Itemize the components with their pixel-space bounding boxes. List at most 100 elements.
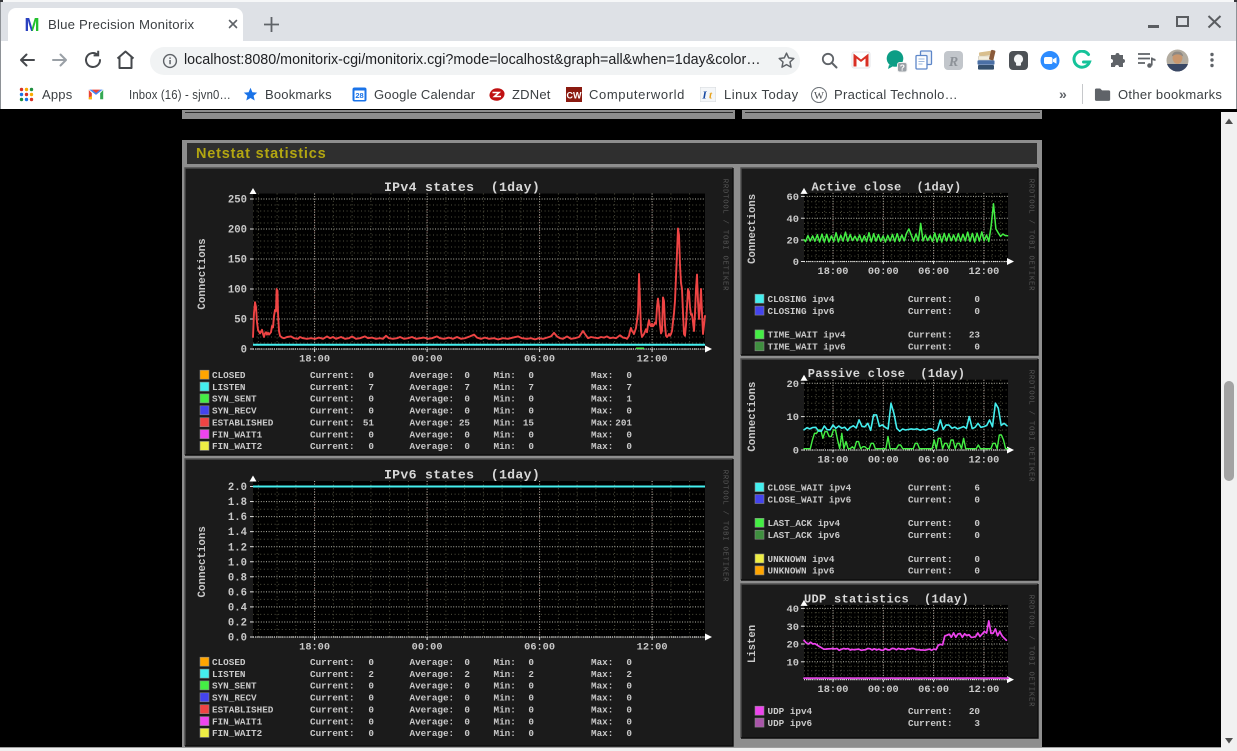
svg-text:00:00: 00:00 bbox=[868, 455, 899, 467]
svg-text:0.4: 0.4 bbox=[228, 603, 248, 615]
svg-text:Current:: Current: bbox=[908, 494, 953, 505]
svg-text:51: 51 bbox=[363, 418, 375, 429]
svg-text:2: 2 bbox=[464, 669, 470, 680]
svg-text:UDP ipv4: UDP ipv4 bbox=[768, 706, 813, 717]
svg-text:Current:: Current: bbox=[310, 705, 355, 716]
svg-text:0.6: 0.6 bbox=[228, 588, 247, 600]
svg-text:0: 0 bbox=[368, 406, 374, 417]
svg-text:UDP ipv6: UDP ipv6 bbox=[768, 718, 813, 729]
svg-text:0: 0 bbox=[464, 406, 470, 417]
svg-text:2.0: 2.0 bbox=[228, 482, 247, 494]
svg-text:0: 0 bbox=[368, 705, 374, 716]
svg-text:Min:: Min: bbox=[494, 657, 516, 668]
svg-text:0: 0 bbox=[368, 429, 374, 440]
svg-text:Min:: Min: bbox=[494, 370, 516, 381]
svg-text:Average:: Average: bbox=[410, 728, 455, 739]
svg-text:0: 0 bbox=[626, 370, 632, 381]
svg-text:Max:: Max: bbox=[591, 382, 613, 393]
svg-text:TIME_WAIT ipv6: TIME_WAIT ipv6 bbox=[768, 342, 847, 353]
svg-text:Current:: Current: bbox=[310, 657, 355, 668]
svg-text:RRDTOOL / TOBI OETIKER: RRDTOOL / TOBI OETIKER bbox=[1027, 595, 1035, 708]
svg-text:00:00: 00:00 bbox=[412, 642, 443, 654]
svg-text:Max:: Max: bbox=[591, 728, 613, 739]
svg-text:0: 0 bbox=[464, 728, 470, 739]
svg-text:Current:: Current: bbox=[908, 342, 953, 353]
svg-text:Min:: Min: bbox=[494, 681, 516, 692]
svg-text:Min:: Min: bbox=[494, 406, 516, 417]
svg-text:0.8: 0.8 bbox=[228, 572, 247, 584]
svg-text:0: 0 bbox=[528, 394, 534, 405]
svg-text:0: 0 bbox=[793, 446, 799, 458]
svg-text:0: 0 bbox=[368, 441, 374, 452]
svg-text:Min:: Min: bbox=[494, 441, 516, 452]
svg-text:Min:: Min: bbox=[494, 716, 516, 727]
svg-text:1.6: 1.6 bbox=[228, 512, 247, 524]
svg-text:Max:: Max: bbox=[591, 418, 613, 429]
svg-text:UNKNOWN ipv4: UNKNOWN ipv4 bbox=[768, 554, 835, 565]
svg-text:10: 10 bbox=[787, 657, 799, 669]
svg-text:0: 0 bbox=[368, 394, 374, 405]
svg-text:0: 0 bbox=[464, 370, 470, 381]
svg-text:0: 0 bbox=[368, 657, 374, 668]
svg-text:12:00: 12:00 bbox=[968, 266, 999, 278]
svg-text:RRDTOOL / TOBI OETIKER: RRDTOOL / TOBI OETIKER bbox=[1027, 370, 1035, 483]
svg-text:0: 0 bbox=[974, 494, 980, 505]
svg-text:0: 0 bbox=[528, 693, 534, 704]
svg-text:0: 0 bbox=[528, 681, 534, 692]
svg-text:0: 0 bbox=[464, 394, 470, 405]
svg-text:200: 200 bbox=[228, 225, 247, 237]
svg-text:Current:: Current: bbox=[310, 693, 355, 704]
svg-text:Min:: Min: bbox=[494, 382, 516, 393]
svg-text:Min:: Min: bbox=[494, 429, 516, 440]
svg-text:Average:: Average: bbox=[410, 394, 455, 405]
svg-text:Passive close (1day): Passive close (1day) bbox=[808, 367, 966, 381]
svg-text:20: 20 bbox=[787, 236, 799, 248]
svg-text:Current:: Current: bbox=[908, 554, 953, 565]
svg-text:Average:: Average: bbox=[410, 441, 455, 452]
svg-text:0: 0 bbox=[626, 657, 632, 668]
svg-text:Average:: Average: bbox=[410, 418, 455, 429]
svg-text:Connections: Connections bbox=[197, 526, 209, 597]
svg-text:CLOSE_WAIT ipv6: CLOSE_WAIT ipv6 bbox=[768, 494, 852, 505]
svg-text:Max:: Max: bbox=[591, 681, 613, 692]
svg-text:ESTABLISHED: ESTABLISHED bbox=[212, 705, 274, 716]
svg-text:0.2: 0.2 bbox=[228, 618, 247, 630]
svg-text:Current:: Current: bbox=[908, 530, 953, 541]
svg-text:Min:: Min: bbox=[494, 728, 516, 739]
svg-text:Current:: Current: bbox=[310, 681, 355, 692]
svg-text:Current:: Current: bbox=[310, 418, 355, 429]
svg-text:0: 0 bbox=[464, 681, 470, 692]
svg-text:SYN_SENT: SYN_SENT bbox=[212, 394, 257, 405]
svg-text:Current:: Current: bbox=[908, 306, 953, 317]
svg-text:Max:: Max: bbox=[591, 429, 613, 440]
svg-text:IPv6 states (1day): IPv6 states (1day) bbox=[384, 468, 540, 483]
svg-text:Average:: Average: bbox=[410, 669, 455, 680]
svg-text:Max:: Max: bbox=[591, 406, 613, 417]
svg-text:Current:: Current: bbox=[310, 394, 355, 405]
svg-text:0: 0 bbox=[626, 705, 632, 716]
svg-text:0: 0 bbox=[528, 728, 534, 739]
svg-text:Max:: Max: bbox=[591, 370, 613, 381]
svg-text:0: 0 bbox=[368, 728, 374, 739]
svg-text:06:00: 06:00 bbox=[918, 455, 949, 467]
svg-text:Average:: Average: bbox=[410, 657, 455, 668]
svg-text:0: 0 bbox=[528, 441, 534, 452]
svg-text:Current:: Current: bbox=[908, 294, 953, 305]
svg-text:Average:: Average: bbox=[410, 406, 455, 417]
svg-text:18:00: 18:00 bbox=[299, 354, 330, 366]
svg-text:Connections: Connections bbox=[747, 194, 759, 264]
svg-text:12:00: 12:00 bbox=[637, 354, 668, 366]
svg-text:LISTEN: LISTEN bbox=[212, 382, 245, 393]
svg-text:CLOSED: CLOSED bbox=[212, 657, 246, 668]
svg-text:CLOSING ipv6: CLOSING ipv6 bbox=[768, 306, 835, 317]
svg-text:0: 0 bbox=[528, 716, 534, 727]
svg-text:1: 1 bbox=[626, 394, 632, 405]
svg-text:250: 250 bbox=[228, 195, 247, 207]
svg-text:0: 0 bbox=[974, 554, 980, 565]
svg-text:TIME_WAIT ipv4: TIME_WAIT ipv4 bbox=[768, 330, 847, 341]
svg-text:0: 0 bbox=[626, 681, 632, 692]
svg-text:Current:: Current: bbox=[310, 669, 355, 680]
svg-text:Current:: Current: bbox=[310, 429, 355, 440]
svg-text:7: 7 bbox=[626, 382, 632, 393]
svg-text:SYN_RECV: SYN_RECV bbox=[212, 693, 257, 704]
